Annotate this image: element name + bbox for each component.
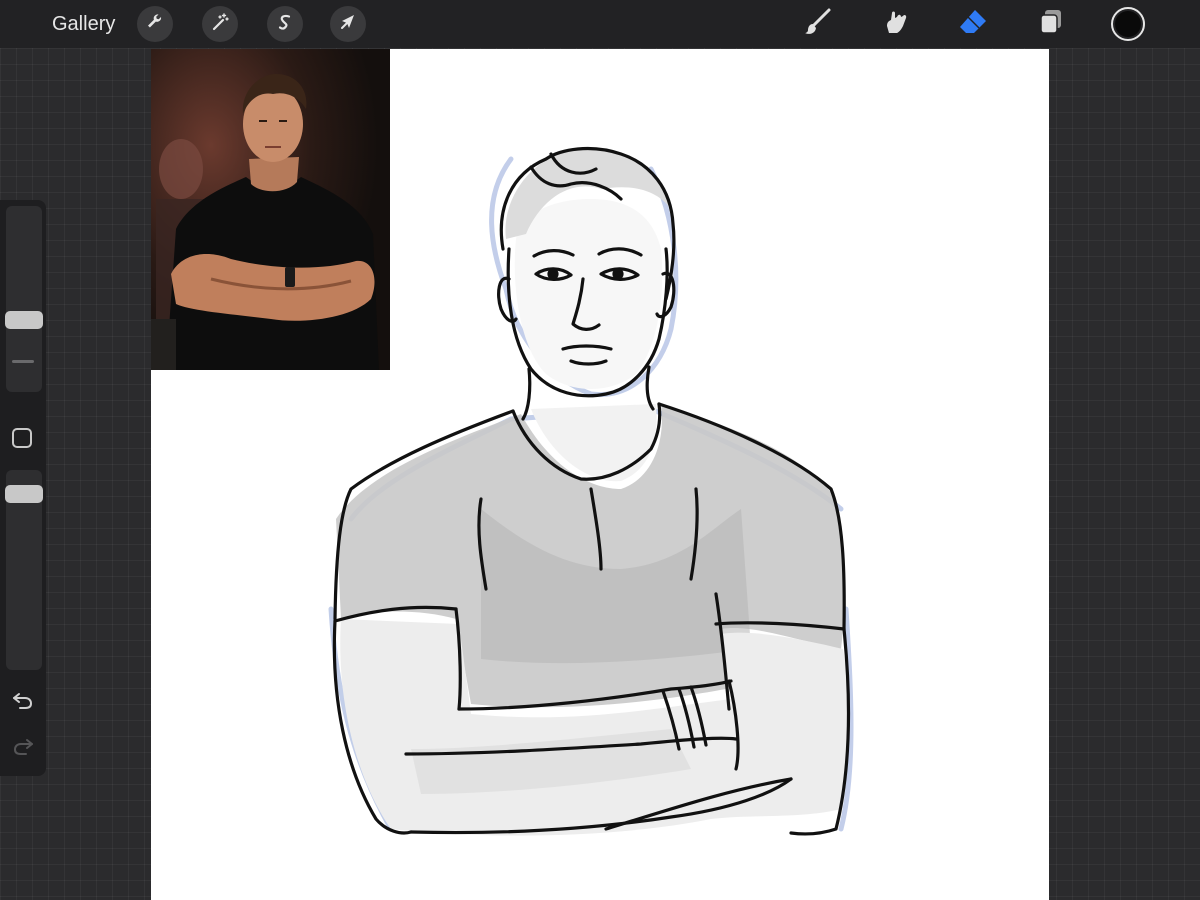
undo-icon[interactable] — [11, 688, 35, 712]
brush-size-slider[interactable] — [6, 206, 42, 392]
slider-separator — [12, 360, 34, 363]
top-toolbar: Gallery — [0, 0, 1200, 48]
left-sidebar — [0, 200, 46, 776]
adjustments-button[interactable] — [202, 6, 238, 42]
selection-s-icon — [275, 12, 295, 37]
brush-size-slider-thumb[interactable] — [5, 311, 43, 329]
active-color-swatch — [1115, 11, 1141, 37]
reference-photo — [151, 49, 390, 370]
reference-image-window[interactable] — [151, 49, 390, 370]
transform-button[interactable] — [330, 6, 366, 42]
layers-button[interactable] — [1031, 6, 1071, 42]
brush-icon — [802, 6, 834, 43]
wrench-icon — [145, 12, 165, 37]
magic-wand-icon — [210, 12, 230, 37]
actions-button[interactable] — [137, 6, 173, 42]
layers-icon — [1035, 6, 1067, 43]
transform-arrow-icon — [338, 12, 358, 37]
selection-button[interactable] — [267, 6, 303, 42]
color-picker-button[interactable] — [1111, 7, 1145, 41]
modify-button[interactable] — [12, 428, 32, 448]
eraser-icon — [957, 6, 989, 43]
redo-icon[interactable] — [11, 734, 35, 758]
gallery-button[interactable]: Gallery — [40, 6, 127, 42]
smudge-tool-button[interactable] — [875, 6, 915, 42]
smudge-icon — [879, 6, 911, 43]
eraser-tool-button[interactable] — [953, 6, 993, 42]
opacity-slider-thumb[interactable] — [5, 485, 43, 503]
brush-tool-button[interactable] — [798, 6, 838, 42]
